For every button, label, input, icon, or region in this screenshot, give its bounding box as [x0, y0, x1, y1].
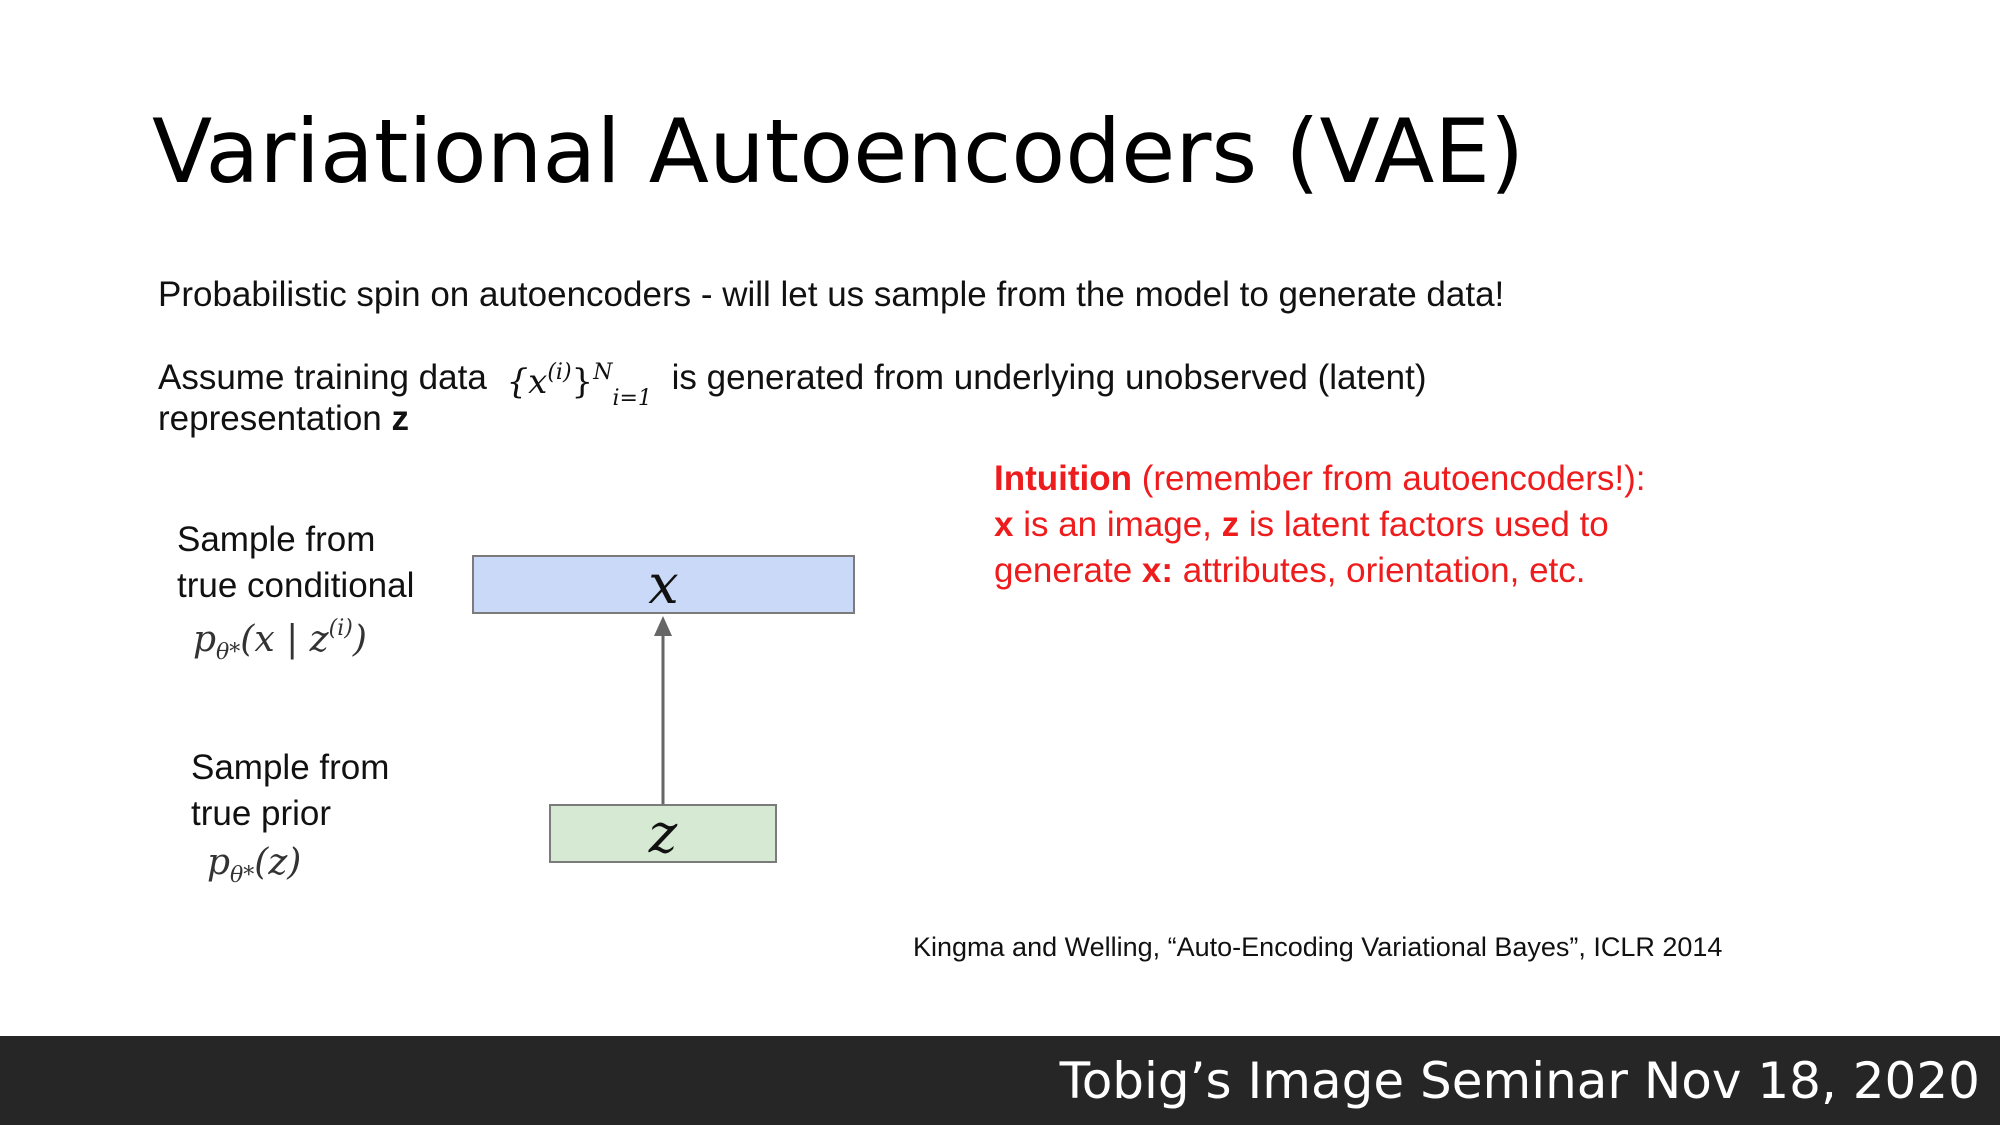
arrow-head — [654, 616, 672, 636]
footer-bar: Tobig’s Image Seminar Nov 18, 2020 — [0, 1036, 2000, 1125]
citation: Kingma and Welling, “Auto-Encoding Varia… — [913, 932, 1723, 962]
slide: Variational Autoencoders (VAE) Probabili… — [0, 0, 2000, 1125]
intuition-line3: generate x: attributes, orientation, etc… — [994, 551, 1586, 590]
intuition-line2: x is an image, z is latent factors used … — [994, 505, 1609, 544]
intuition-note: Intuition (remember from autoencoders!):… — [994, 456, 1646, 594]
footer-text: Tobig’s Image Seminar Nov 18, 2020 — [1059, 1052, 1980, 1110]
intuition-line1: Intuition (remember from autoencoders!): — [994, 459, 1646, 498]
